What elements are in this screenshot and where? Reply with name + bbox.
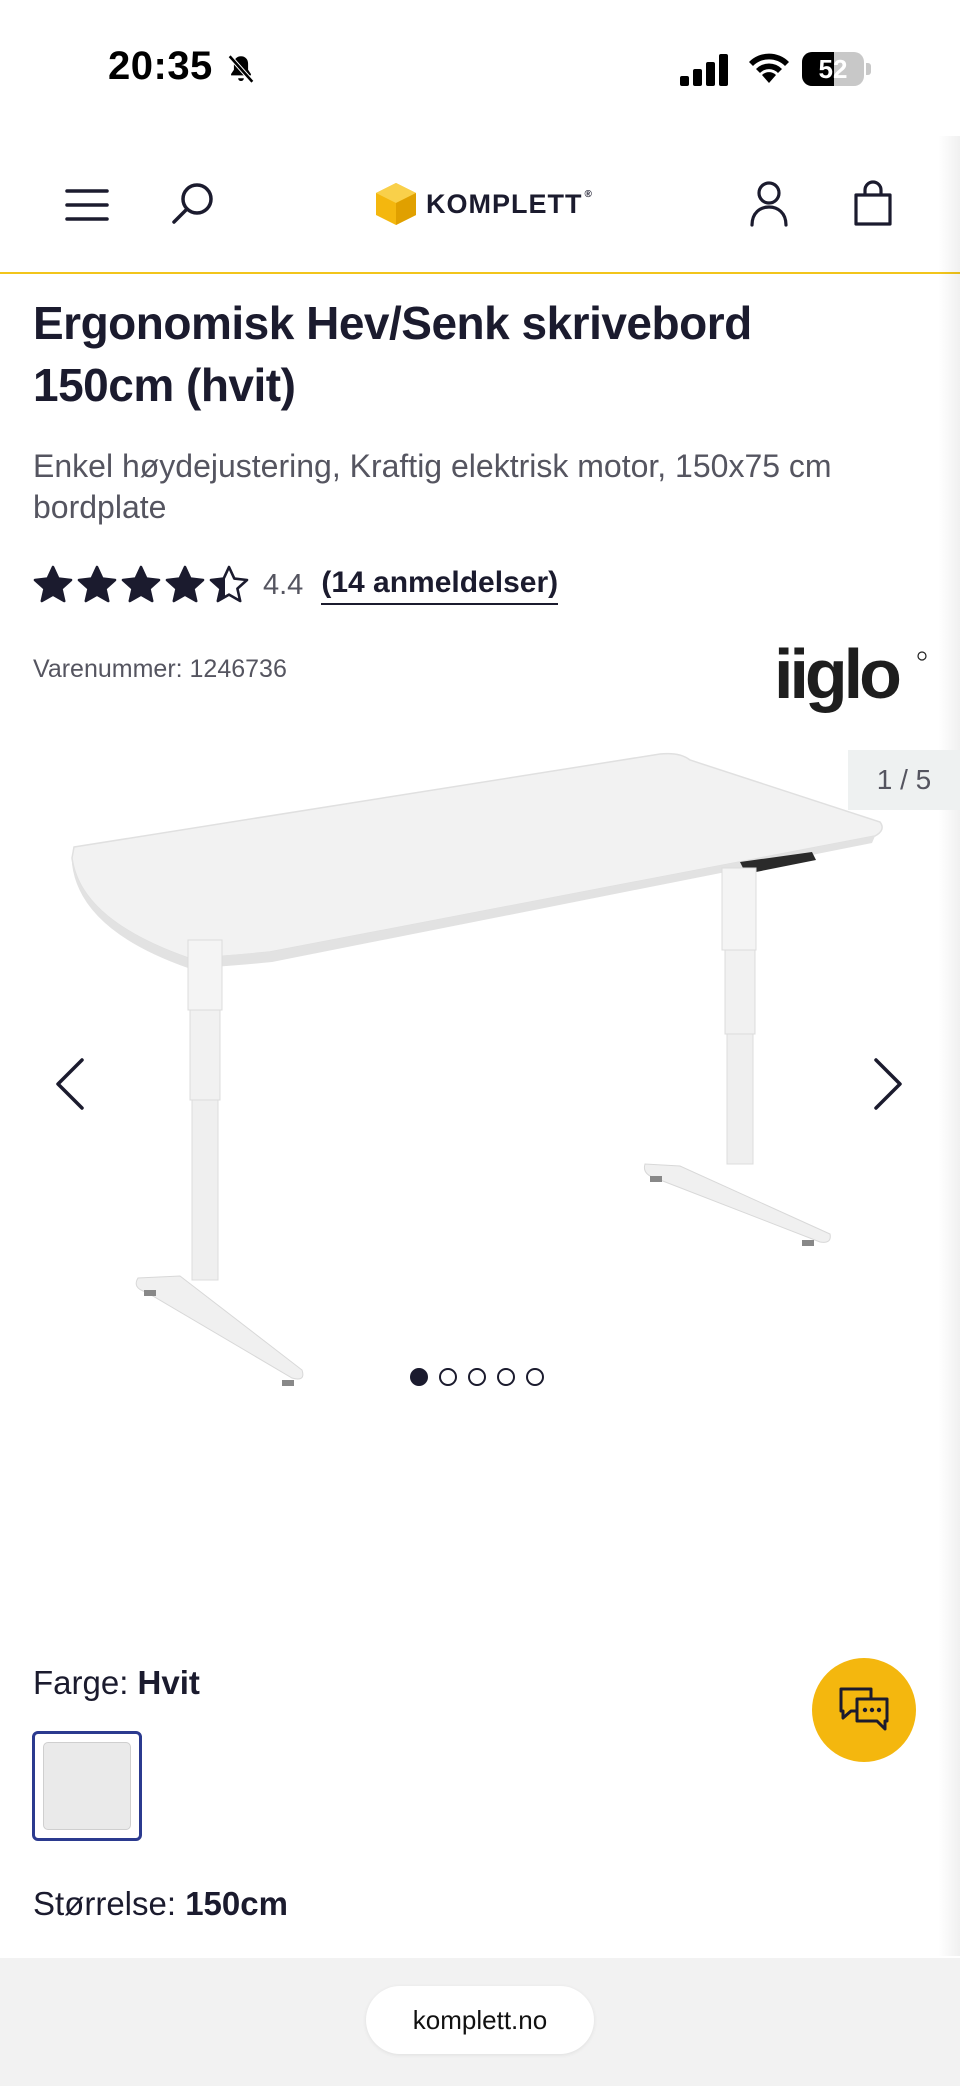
previous-image-button[interactable] <box>42 1056 98 1112</box>
cart-icon <box>854 180 892 226</box>
site-header: KOMPLETT ® <box>0 136 960 274</box>
star-icon <box>165 565 205 603</box>
star-icon <box>77 565 117 603</box>
cart-button[interactable] <box>838 168 908 238</box>
swatch-fill <box>43 1742 131 1830</box>
chevron-left-icon <box>56 1058 84 1110</box>
product-image-desk[interactable] <box>60 740 900 1420</box>
product-gallery: 1 / 5 <box>0 740 960 1430</box>
star-icon <box>209 565 249 603</box>
reviews-link[interactable]: (14 anmeldelser) <box>321 566 559 605</box>
wifi-icon <box>749 53 789 83</box>
color-label: Farge: Hvit <box>33 1664 200 1701</box>
komplett-logo[interactable]: KOMPLETT ® <box>374 176 593 232</box>
color-value: Hvit <box>137 1664 200 1701</box>
color-swatch-white[interactable] <box>32 1731 142 1841</box>
menu-button[interactable] <box>52 170 122 240</box>
svg-text:iiglo: iiglo <box>774 636 900 713</box>
pagination-dot[interactable] <box>497 1368 515 1386</box>
pagination-dot[interactable] <box>410 1368 428 1386</box>
status-bar: 20:35 52 <box>0 0 960 136</box>
account-icon <box>750 181 788 227</box>
rating-value: 4.4 <box>263 568 304 601</box>
bell-muted-icon <box>227 54 255 84</box>
cellular-signal-icon <box>680 54 728 86</box>
browser-bottom-bar: komplett.no <box>0 1958 960 2086</box>
logo-text: KOMPLETT ® <box>426 188 593 219</box>
star-icon <box>33 565 73 603</box>
star-rating <box>33 565 249 605</box>
star-icon <box>121 565 161 603</box>
pagination-dot[interactable] <box>439 1368 457 1386</box>
product-title: Ergonomisk Hev/Senk skrivebord 150cm (hv… <box>33 297 752 411</box>
sku-number: Varenummer: 1246736 <box>33 655 287 683</box>
image-counter: 1 / 5 <box>848 750 960 810</box>
chevron-right-icon <box>874 1058 902 1110</box>
address-bar[interactable]: komplett.no <box>366 1986 594 2054</box>
pagination-dot[interactable] <box>468 1368 486 1386</box>
size-label: Størrelse: 150cm <box>33 1885 288 1922</box>
battery-indicator: 52 <box>802 52 872 86</box>
iiglo-brand-logo[interactable]: iiglo <box>774 636 928 722</box>
menu-icon <box>65 189 109 221</box>
komplett-logo-mark-icon <box>376 183 416 225</box>
search-button[interactable] <box>158 168 228 238</box>
status-time: 20:35 <box>108 44 213 88</box>
rating-row: 4.4 (14 anmeldelser) <box>33 560 559 610</box>
gallery-pagination <box>410 1368 544 1386</box>
product-description: Enkel høydejustering, Kraftig elektrisk … <box>33 448 832 525</box>
search-icon <box>172 183 213 224</box>
chat-icon <box>839 1687 889 1731</box>
chat-button[interactable] <box>812 1658 916 1762</box>
next-image-button[interactable] <box>860 1056 916 1112</box>
pagination-dot[interactable] <box>526 1368 544 1386</box>
size-value: 150cm <box>185 1885 288 1922</box>
battery-level: 52 <box>818 54 848 84</box>
account-button[interactable] <box>734 168 804 238</box>
